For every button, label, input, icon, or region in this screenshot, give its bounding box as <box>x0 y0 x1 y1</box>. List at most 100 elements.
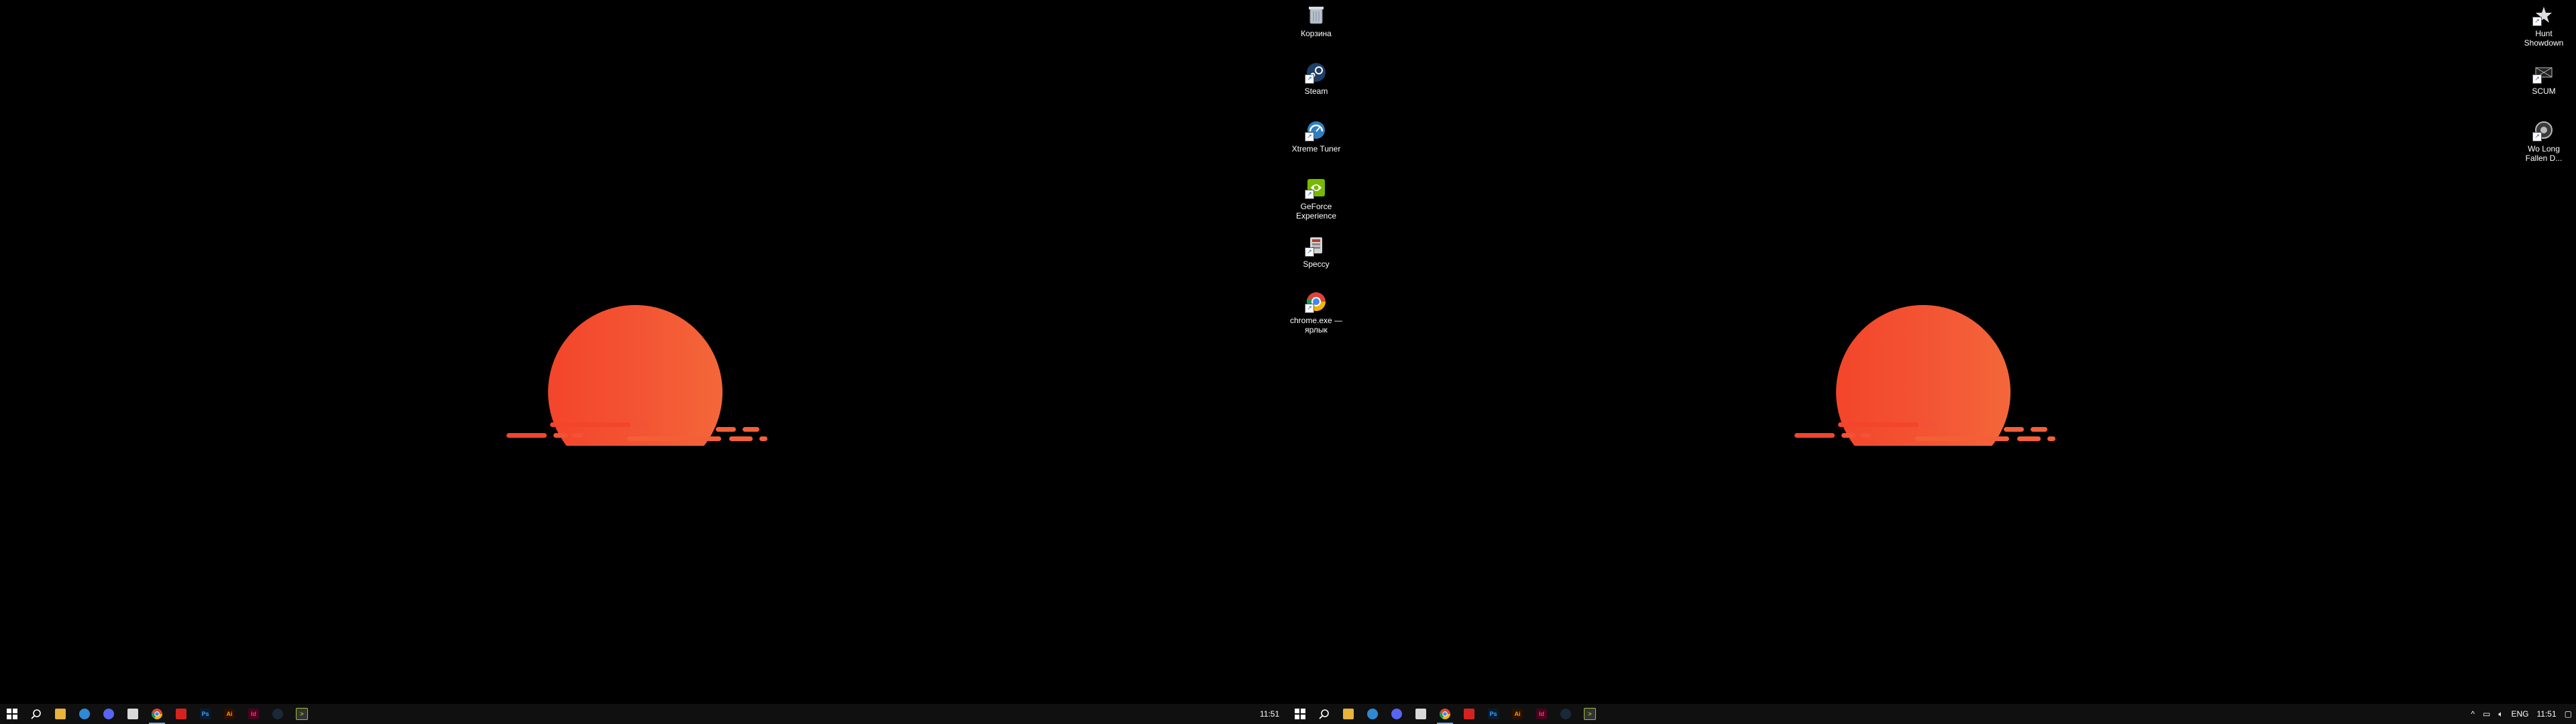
file-explorer-icon <box>55 709 66 719</box>
wallpaper-streak <box>627 436 721 441</box>
network-icon[interactable]: ▭ <box>2483 709 2490 719</box>
clock-text[interactable]: 11:51 <box>1260 709 1279 719</box>
file-explorer-icon <box>1343 709 1354 719</box>
taskbar-clock-left: 11:51 <box>1260 704 1290 724</box>
steam-icon <box>272 709 283 719</box>
desktop-icon-label: chrome.exe — ярлык <box>1289 316 1343 335</box>
taskbar-right: Ps Ai Id > ^ ▭ 🔈︎ ENG 11:51 ▢ <box>1288 704 2576 724</box>
wallpaper-streak <box>729 436 753 441</box>
search-button[interactable] <box>24 704 48 724</box>
shortcut-arrow-icon: ↗ <box>1305 247 1314 257</box>
taskbar-notepad[interactable] <box>1409 704 1433 724</box>
wallpaper-sun <box>548 305 722 446</box>
desktop-icon-chrome[interactable]: ↗ chrome.exe — ярлык <box>1288 290 1344 335</box>
taskbar-chrome[interactable] <box>1433 704 1457 724</box>
desktop-icon-label: Корзина <box>1301 29 1332 38</box>
tray-clock[interactable]: 11:51 <box>2537 709 2557 719</box>
wallpaper-streak <box>550 422 631 427</box>
wallpaper-streak <box>2004 427 2024 432</box>
taskbar-acrobat[interactable] <box>1457 704 1481 724</box>
desktop-icon-steam[interactable]: ↗ Steam <box>1288 60 1344 96</box>
taskbar-terminal[interactable]: > <box>1578 704 1602 724</box>
desktop-icon-hunt-showdown[interactable]: ↗ Hunt Showdown <box>2516 3 2572 48</box>
acrobat-icon <box>176 709 186 719</box>
taskbar-discord[interactable] <box>1385 704 1409 724</box>
taskbar-steam[interactable] <box>1554 704 1578 724</box>
terminal-icon: > <box>296 708 308 720</box>
recycle-bin-icon <box>1309 7 1324 24</box>
photoshop-icon: Ps <box>1488 709 1499 719</box>
wallpaper-streak <box>716 427 736 432</box>
desktop-icon-speccy[interactable]: ↗ Speccy <box>1288 233 1344 269</box>
screen-left: Ps Ai Id > <box>0 0 1288 724</box>
taskbar-notepad[interactable] <box>121 704 145 724</box>
system-tray: ^ ▭ 🔈︎ ENG 11:51 ▢ <box>2467 704 2576 724</box>
taskbar-indesign[interactable]: Id <box>1529 704 1554 724</box>
taskbar-terminal[interactable]: > <box>290 704 314 724</box>
wallpaper-streak <box>2017 436 2041 441</box>
shortcut-arrow-icon: ↗ <box>1305 74 1314 84</box>
desktop-icon-label: Steam <box>1304 86 1328 96</box>
shortcut-arrow-icon: ↗ <box>2532 74 2542 84</box>
desktop-icon-label: SCUM <box>2532 86 2556 96</box>
notepad-icon <box>1415 709 1426 719</box>
taskbar-illustrator[interactable]: Ai <box>1505 704 1529 724</box>
chrome-icon <box>1440 709 1450 719</box>
taskbar-photoshop[interactable]: Ps <box>1481 704 1505 724</box>
taskbar-file-explorer[interactable] <box>1336 704 1360 724</box>
taskbar-edge[interactable] <box>72 704 97 724</box>
wallpaper-sunset <box>506 305 788 446</box>
edge-icon <box>79 709 90 719</box>
desktop-icon-scum[interactable]: ↗ SCUM <box>2516 60 2572 96</box>
wallpaper-streak <box>743 427 759 432</box>
windows-start-icon <box>1295 709 1305 719</box>
volume-icon[interactable]: 🔈︎ <box>2498 709 2503 719</box>
wallpaper-streak <box>1841 433 1856 438</box>
desktop-icon-recycle-bin[interactable]: Корзина <box>1288 3 1344 38</box>
taskbar-discord[interactable] <box>97 704 121 724</box>
wallpaper-sunset <box>1794 305 2076 446</box>
discord-icon <box>103 709 114 719</box>
language-indicator[interactable]: ENG <box>2512 709 2529 719</box>
shortcut-arrow-icon: ↗ <box>1305 190 1314 199</box>
wallpaper-streak <box>2031 427 2047 432</box>
illustrator-icon: Ai <box>1512 709 1523 719</box>
taskbar-photoshop[interactable]: Ps <box>193 704 217 724</box>
desktop-icon-xtreme-tuner[interactable]: ↗ Xtreme Tuner <box>1288 118 1344 154</box>
illustrator-icon: Ai <box>224 709 235 719</box>
desktop-icon-label: Xtreme Tuner <box>1291 144 1341 154</box>
shortcut-arrow-icon: ↗ <box>2532 132 2542 141</box>
wallpaper-streak <box>635 422 649 427</box>
desktop-icon-geforce-experience[interactable]: ↗ GeForce Experience <box>1288 176 1344 221</box>
shortcut-arrow-icon: ↗ <box>2532 17 2542 26</box>
desktop-icon-wo-long[interactable]: ↗ Wo Long Fallen D... <box>2516 118 2572 163</box>
wallpaper-streak <box>1923 422 1937 427</box>
taskbar-chrome[interactable] <box>145 704 169 724</box>
shortcut-arrow-icon: ↗ <box>1305 304 1314 313</box>
chevron-up-icon[interactable]: ^ <box>2471 709 2475 719</box>
desktop-icon-label: Hunt Showdown <box>2524 29 2564 48</box>
shortcut-arrow-icon: ↗ <box>1305 132 1314 141</box>
wallpaper-streak <box>1860 433 1871 438</box>
taskbar-left: Ps Ai Id > <box>0 704 1288 724</box>
taskbar-steam[interactable] <box>266 704 290 724</box>
notepad-icon <box>127 709 138 719</box>
search-icon <box>31 709 41 719</box>
taskbar-acrobat[interactable] <box>169 704 193 724</box>
search-button[interactable] <box>1312 704 1336 724</box>
terminal-icon: > <box>1584 708 1596 720</box>
wallpaper-streak <box>1838 422 1919 427</box>
wallpaper-streak <box>553 433 568 438</box>
discord-icon <box>1391 709 1402 719</box>
taskbar-edge[interactable] <box>1360 704 1385 724</box>
taskbar-illustrator[interactable]: Ai <box>217 704 241 724</box>
wallpaper-streak <box>1794 433 1835 438</box>
start-button[interactable] <box>1288 704 1312 724</box>
chrome-icon <box>152 709 162 719</box>
search-icon <box>1319 709 1329 719</box>
start-button[interactable] <box>0 704 24 724</box>
taskbar-file-explorer[interactable] <box>48 704 72 724</box>
wallpaper-streak <box>2047 436 2055 441</box>
notifications-icon[interactable]: ▢ <box>2565 709 2572 719</box>
taskbar-indesign[interactable]: Id <box>241 704 266 724</box>
